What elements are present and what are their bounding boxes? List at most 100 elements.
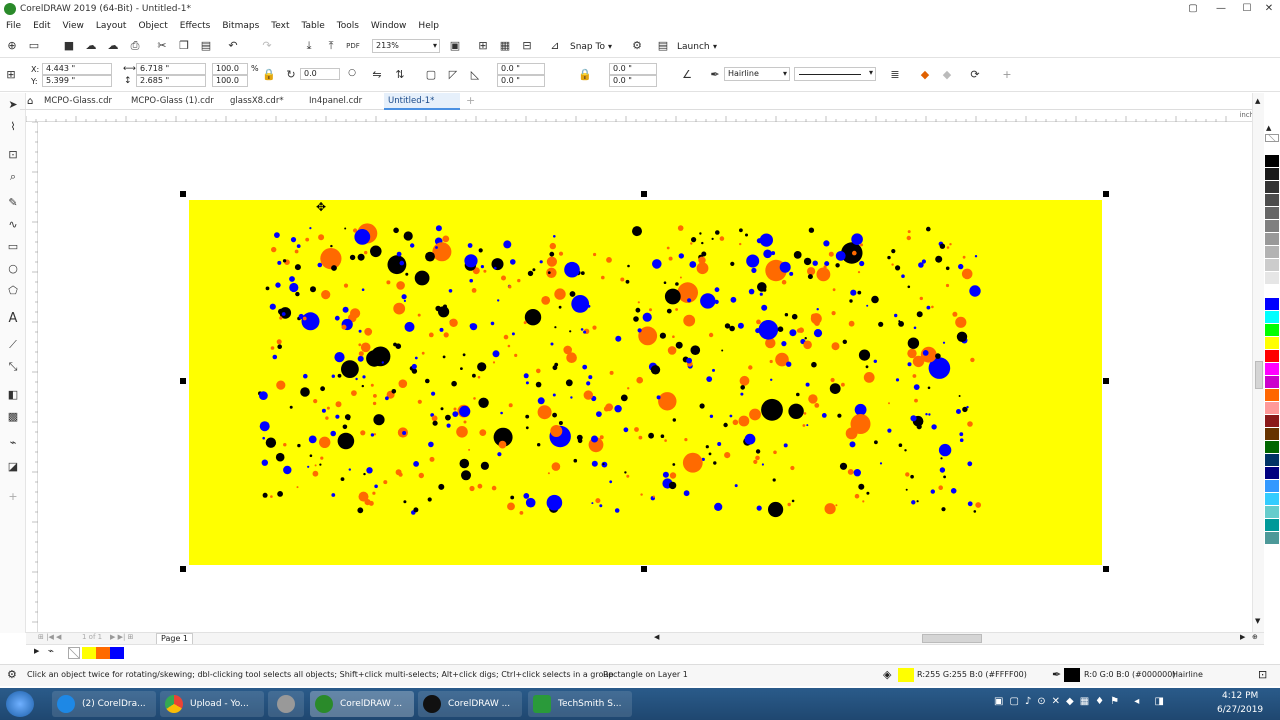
palette-swatch[interactable]	[1265, 194, 1279, 207]
menu-bitmaps[interactable]: Bitmaps	[216, 21, 265, 31]
chevron-down-icon[interactable]: ▾	[608, 42, 612, 51]
clock-date[interactable]: 6/27/2019	[1217, 705, 1263, 715]
palette-swatch[interactable]	[1265, 181, 1279, 194]
palette-swatch[interactable]	[1265, 233, 1279, 246]
tab-in4panel[interactable]: In4panel.cdr	[305, 93, 366, 110]
horizontal-ruler[interactable]: inches	[25, 110, 1264, 122]
taskbar-button-app[interactable]	[268, 691, 304, 717]
menu-tools[interactable]: Tools	[331, 21, 365, 31]
parallel-dimension-icon[interactable]: ⟋	[5, 337, 21, 353]
chevron-down-icon[interactable]: ▾	[869, 68, 873, 78]
palette-swatch[interactable]	[1265, 428, 1279, 441]
new-document-icon[interactable]: ⊕	[5, 39, 19, 53]
launch-icon[interactable]: ▤	[656, 39, 670, 53]
palette-swatch[interactable]	[1265, 285, 1279, 298]
show-grid-icon[interactable]: ▦	[498, 39, 512, 53]
width-field[interactable]: 6.718 "	[136, 63, 206, 75]
connector-tool-icon[interactable]: ⤡	[5, 359, 21, 375]
vertical-scrollbar[interactable]: ▲ ▼	[1252, 93, 1264, 633]
pdf-icon[interactable]: PDF	[346, 39, 360, 53]
palette-swatch[interactable]	[1265, 246, 1279, 259]
menu-effects[interactable]: Effects	[174, 21, 217, 31]
transparency-tool-icon[interactable]: ▩	[5, 409, 21, 425]
corner-radius-bl-field[interactable]: 0.0 "	[497, 75, 545, 87]
selection-handle-bl[interactable]	[180, 566, 186, 572]
tab-mcpo-glass[interactable]: MCPO-Glass.cdr	[40, 93, 116, 110]
text-wrap-icon[interactable]: ≣	[888, 68, 902, 82]
menu-window[interactable]: Window	[365, 21, 413, 31]
show-rulers-icon[interactable]: ⊞	[476, 39, 490, 53]
start-button[interactable]	[6, 691, 34, 717]
scale-y-field[interactable]: 100.0	[212, 75, 248, 87]
corner-radius-tl-field[interactable]: 0.0 "	[497, 63, 545, 75]
selection-handle-tr[interactable]	[1103, 191, 1109, 197]
crop-tool-icon[interactable]: ⊡	[5, 147, 21, 163]
palette-swatch[interactable]	[1265, 220, 1279, 233]
palette-swatch[interactable]	[1265, 311, 1279, 324]
taskbar-button-coreldraw-2[interactable]: CorelDRAW ...	[418, 691, 522, 717]
scallop-corner-icon[interactable]: ◸	[446, 68, 460, 82]
copy-icon[interactable]: ❐	[177, 39, 191, 53]
palette-swatch[interactable]	[1265, 259, 1279, 272]
palette-swatch[interactable]	[1265, 506, 1279, 519]
horizontal-scroll-thumb[interactable]	[922, 634, 982, 643]
tab-untitled-1[interactable]: Untitled-1*	[384, 93, 460, 110]
menu-edit[interactable]: Edit	[27, 21, 56, 31]
eyedropper-icon[interactable]: ⌁	[5, 435, 21, 451]
taskbar-button-techsmith[interactable]: TechSmith S...	[528, 691, 632, 717]
palette-arrow-icon[interactable]: ▶	[34, 647, 39, 655]
spatter-artwork[interactable]	[189, 200, 1102, 565]
full-screen-icon[interactable]: ▣	[448, 39, 462, 53]
document-color-swatch[interactable]	[82, 647, 96, 659]
no-fill-swatch[interactable]	[68, 647, 80, 659]
menu-table[interactable]: Table	[295, 21, 330, 31]
palette-swatch[interactable]	[1265, 337, 1279, 350]
convert-to-curves-icon[interactable]: ⟳	[968, 68, 982, 82]
settings-gear-icon[interactable]: ⚙	[7, 668, 17, 681]
document-color-swatch[interactable]	[96, 647, 110, 659]
height-field[interactable]: 2.685 "	[136, 75, 206, 87]
mirror-horizontal-icon[interactable]: ⇋	[370, 68, 384, 82]
fill-color-swatch[interactable]	[898, 668, 914, 682]
palette-swatch[interactable]	[1265, 441, 1279, 454]
ellipse-tool-icon[interactable]: ○	[5, 261, 21, 277]
rotation-field[interactable]: 0.0	[300, 68, 340, 80]
pick-tool-icon[interactable]: ➤	[5, 97, 21, 113]
selection-handle-mr[interactable]	[1103, 378, 1109, 384]
palette-swatch[interactable]	[1265, 363, 1279, 376]
save-icon[interactable]: ■	[62, 39, 76, 53]
mirror-vertical-icon[interactable]: ⇅	[393, 68, 407, 82]
restore-icon[interactable]: ▢	[1180, 0, 1206, 18]
first-page-icon[interactable]: ⊞ |◀ ◀	[38, 633, 61, 641]
position-anchor-icon[interactable]: ⊞	[4, 68, 18, 82]
scale-x-field[interactable]: 100.0	[212, 63, 248, 75]
zoom-level-field[interactable]: 213% ▾	[372, 39, 440, 53]
redo-icon[interactable]: ↷	[260, 39, 274, 53]
freehand-tool-icon[interactable]: ✎	[5, 195, 21, 211]
chevron-down-icon[interactable]: ▾	[783, 68, 787, 80]
palette-swatch[interactable]	[1265, 298, 1279, 311]
scroll-right-icon[interactable]: ▶	[1240, 633, 1245, 641]
palette-swatch[interactable]	[1265, 168, 1279, 181]
palette-swatch[interactable]	[1265, 324, 1279, 337]
taskbar-button-coreldraw-ie[interactable]: (2) CorelDra...	[52, 691, 156, 717]
lock-ratio-icon[interactable]: 🔒	[262, 68, 276, 82]
export-icon[interactable]: ⤒	[324, 39, 338, 53]
status-action-icon[interactable]: ⊡	[1258, 668, 1267, 681]
chevron-down-icon[interactable]: ▾	[713, 42, 717, 51]
arrange-layers-icon[interactable]: ◆	[918, 68, 932, 82]
menu-file[interactable]: File	[0, 21, 27, 31]
scroll-down-icon[interactable]: ▼	[1255, 617, 1260, 625]
corner-radius-tr-field[interactable]: 0.0 "	[609, 63, 657, 75]
scroll-up-icon[interactable]: ▲	[1255, 97, 1260, 105]
cloud-upload-icon[interactable]: ☁	[84, 39, 98, 53]
selection-handle-tl[interactable]	[180, 191, 186, 197]
menu-help[interactable]: Help	[412, 21, 445, 31]
artistic-media-icon[interactable]: ∿	[5, 217, 21, 233]
cut-icon[interactable]: ✂	[155, 39, 169, 53]
selection-handle-ml[interactable]	[180, 378, 186, 384]
new-tab-icon[interactable]: +	[466, 94, 475, 107]
outline-width-field[interactable]: Hairline ▾	[724, 67, 790, 81]
tray-icons[interactable]: ▣▢♪⊙✕◆▦♦⚑ ◂ ◨	[994, 696, 1170, 707]
chevron-down-icon[interactable]: ▾	[433, 40, 437, 52]
